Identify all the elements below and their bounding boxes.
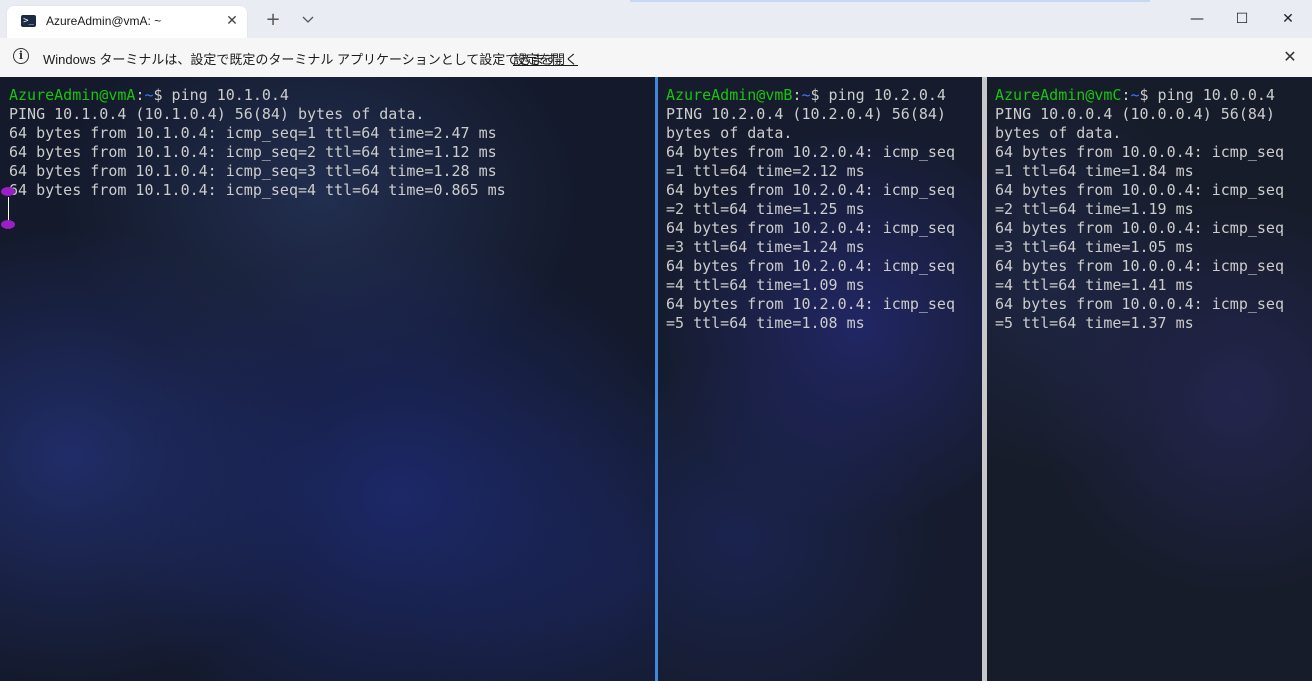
text-cursor	[8, 197, 9, 221]
output-line: =1 ttl=64 time=2.12 ms	[666, 162, 865, 180]
output-line: PING 10.0.0.4 (10.0.0.4) 56(84)	[995, 105, 1275, 123]
info-icon: i	[13, 48, 29, 64]
output-line: 64 bytes from 10.2.0.4: icmp_seq	[666, 143, 955, 161]
prompt-user: AzureAdmin@vmA	[9, 86, 136, 104]
output-line: 64 bytes from 10.1.0.4: icmp_seq=1 ttl=6…	[9, 124, 497, 142]
minimize-icon: —	[1190, 11, 1204, 27]
info-bar-close-button[interactable]: ✕	[1280, 47, 1300, 67]
output-line: 64 bytes from 10.0.0.4: icmp_seq	[995, 143, 1284, 161]
output-line: bytes of data.	[666, 124, 793, 142]
output-line: 64 bytes from 10.2.0.4: icmp_seq	[666, 257, 955, 275]
output-line: bytes of data.	[995, 124, 1122, 142]
pane-text: AzureAdmin@vmB:~$ ping 10.2.0.4 PING 10.…	[666, 86, 955, 333]
tab-vma[interactable]: >_ AzureAdmin@vmA: ~ ✕	[7, 6, 247, 38]
output-line: =5 ttl=64 time=1.37 ms	[995, 314, 1194, 332]
terminal-pane-vma[interactable]: AzureAdmin@vmA:~$ ping 10.1.0.4 PING 10.…	[0, 77, 655, 681]
prompt-command: $ ping 10.1.0.4	[153, 86, 289, 104]
prompt-command: $ ping 10.2.0.4	[810, 86, 946, 104]
output-line: 64 bytes from 10.2.0.4: icmp_seq	[666, 219, 955, 237]
info-bar: i Windows ターミナルは、設定で既定のターミナル アプリケーションとして…	[0, 38, 1312, 78]
prompt-path: ~	[1130, 86, 1140, 104]
prompt-path: ~	[144, 86, 154, 104]
close-icon: ✕	[1283, 47, 1297, 66]
terminal-pane-vmc[interactable]: AzureAdmin@vmC:~$ ping 10.0.0.4 PING 10.…	[987, 77, 1312, 681]
prompt-user: AzureAdmin@vmB	[666, 86, 793, 104]
prompt-command: $ ping 10.0.0.4	[1139, 86, 1275, 104]
prompt-line: AzureAdmin@vmA:~$ ping 10.1.0.4	[9, 86, 289, 104]
prompt-user: AzureAdmin@vmC	[995, 86, 1122, 104]
output-line: =3 ttl=64 time=1.05 ms	[995, 238, 1194, 256]
terminal-area: AzureAdmin@vmA:~$ ping 10.1.0.4 PING 10.…	[0, 77, 1312, 681]
prompt-line: AzureAdmin@vmC:~$ ping 10.0.0.4	[995, 86, 1275, 104]
terminal-pane-vmb[interactable]: AzureAdmin@vmB:~$ ping 10.2.0.4 PING 10.…	[658, 77, 982, 681]
output-line: 64 bytes from 10.0.0.4: icmp_seq	[995, 257, 1284, 275]
selection-handle-end[interactable]	[1, 220, 15, 229]
title-bar: >_ AzureAdmin@vmA: ~ ✕ + — ☐ ✕	[0, 0, 1312, 38]
title-bar-accent	[630, 0, 1150, 2]
close-icon: ✕	[1282, 11, 1294, 27]
prompt-line: AzureAdmin@vmB:~$ ping 10.2.0.4	[666, 86, 946, 104]
prompt-path: ~	[801, 86, 811, 104]
output-line: 64 bytes from 10.1.0.4: icmp_seq=4 ttl=6…	[9, 181, 506, 199]
output-line: PING 10.2.0.4 (10.2.0.4) 56(84)	[666, 105, 946, 123]
output-line: 64 bytes from 10.0.0.4: icmp_seq	[995, 295, 1284, 313]
output-line: 64 bytes from 10.1.0.4: icmp_seq=2 ttl=6…	[9, 143, 497, 161]
powershell-prompt-icon: >_	[21, 15, 36, 27]
selection-handle-start[interactable]	[1, 187, 15, 196]
tab-dropdown-button[interactable]	[298, 8, 318, 32]
maximize-button[interactable]: ☐	[1219, 4, 1265, 34]
minimize-button[interactable]: —	[1174, 4, 1220, 34]
pane-text: AzureAdmin@vmC:~$ ping 10.0.0.4 PING 10.…	[995, 86, 1284, 333]
tab-close-button[interactable]: ✕	[222, 10, 242, 32]
output-line: 64 bytes from 10.2.0.4: icmp_seq	[666, 181, 955, 199]
close-icon: ✕	[226, 13, 238, 29]
output-line: 64 bytes from 10.0.0.4: icmp_seq	[995, 181, 1284, 199]
output-line: =2 ttl=64 time=1.19 ms	[995, 200, 1194, 218]
output-line: =2 ttl=64 time=1.25 ms	[666, 200, 865, 218]
maximize-icon: ☐	[1235, 11, 1249, 27]
output-line: =4 ttl=64 time=1.41 ms	[995, 276, 1194, 294]
output-line: PING 10.1.0.4 (10.1.0.4) 56(84) bytes of…	[9, 105, 425, 123]
output-line: =4 ttl=64 time=1.09 ms	[666, 276, 865, 294]
chevron-down-icon	[302, 16, 314, 23]
close-window-button[interactable]: ✕	[1265, 4, 1311, 34]
open-settings-link[interactable]: 設定を開く	[513, 49, 578, 68]
new-tab-button[interactable]: +	[262, 8, 284, 32]
plus-icon: +	[265, 9, 281, 30]
output-line: 64 bytes from 10.0.0.4: icmp_seq	[995, 219, 1284, 237]
output-line: =3 ttl=64 time=1.24 ms	[666, 238, 865, 256]
output-line: =1 ttl=64 time=1.84 ms	[995, 162, 1194, 180]
output-line: 64 bytes from 10.2.0.4: icmp_seq	[666, 295, 955, 313]
info-message: Windows ターミナルは、設定で既定のターミナル アプリケーションとして設定…	[43, 52, 570, 67]
pane-text: AzureAdmin@vmA:~$ ping 10.1.0.4 PING 10.…	[9, 86, 506, 200]
output-line: =5 ttl=64 time=1.08 ms	[666, 314, 865, 332]
tab-title: AzureAdmin@vmA: ~	[46, 14, 162, 28]
output-line: 64 bytes from 10.1.0.4: icmp_seq=3 ttl=6…	[9, 162, 497, 180]
